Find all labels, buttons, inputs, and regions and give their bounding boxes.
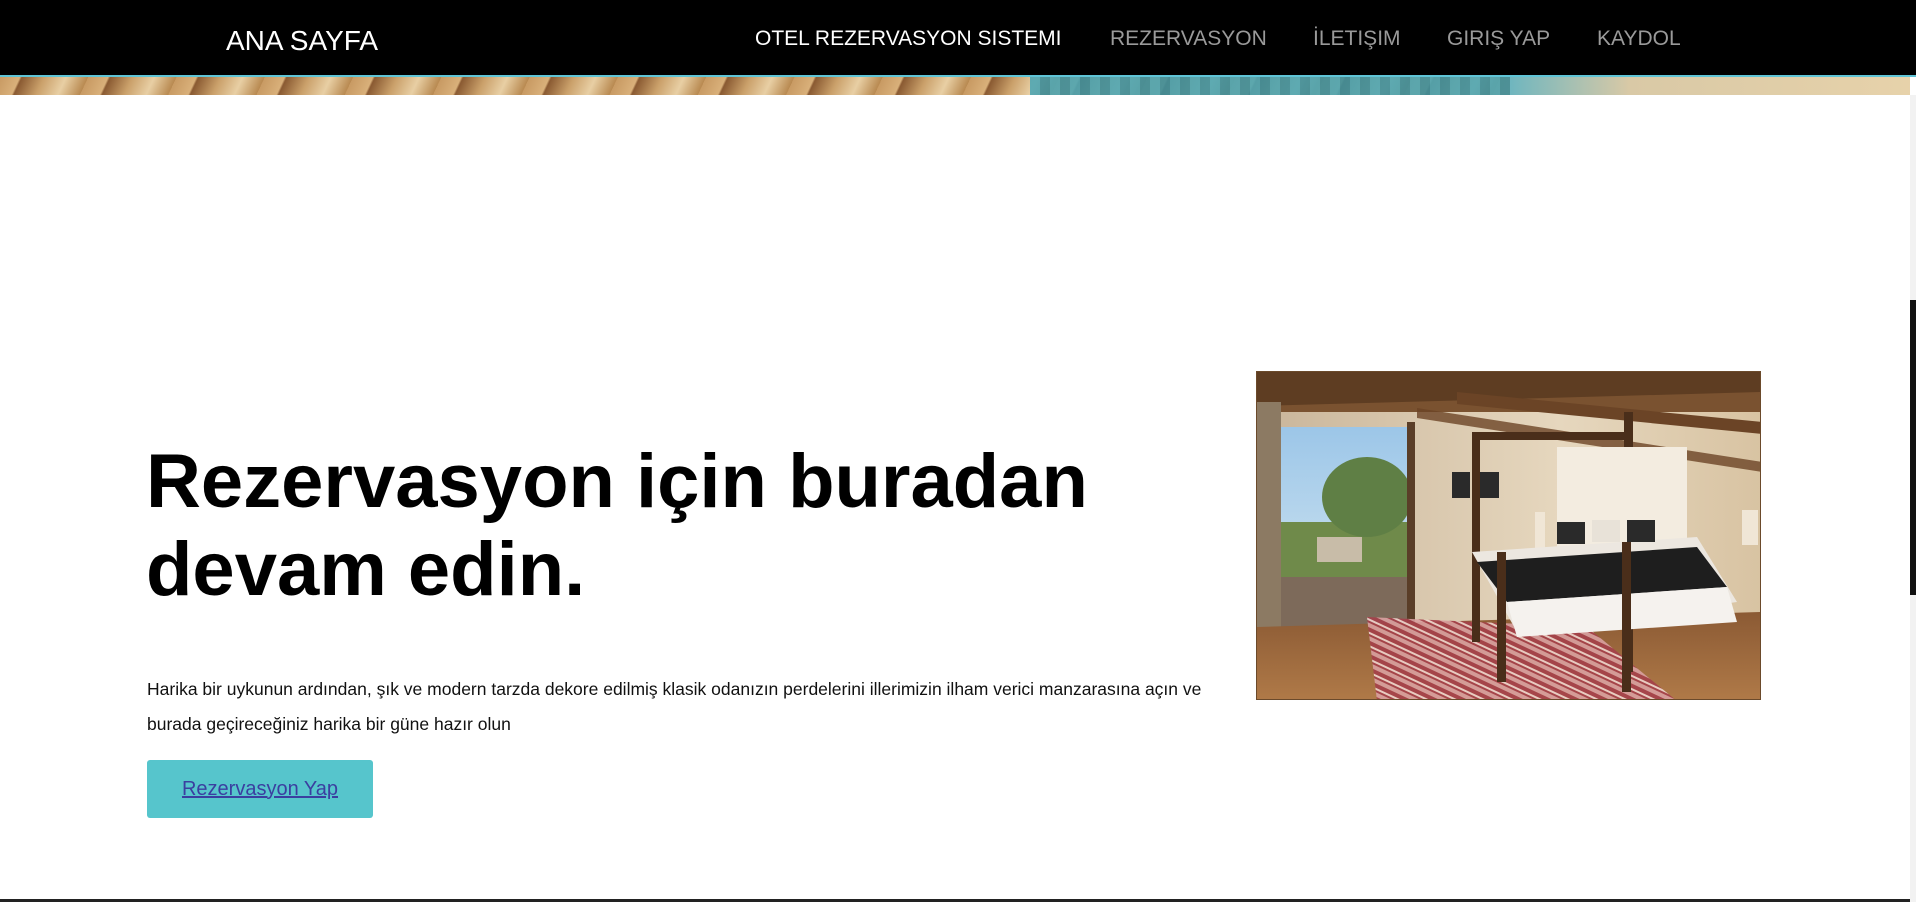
hero-strip-pool-pattern: [1030, 77, 1510, 95]
hero-strip-edge: [1510, 77, 1910, 95]
hero-description: Harika bir uykunun ardından, şık ve mode…: [147, 679, 1202, 734]
nav-link-otel-rezervasyon-sistemi[interactable]: OTEL REZERVASYON SISTEMI: [755, 27, 1062, 51]
hero-background-strip: [0, 77, 1910, 95]
reservation-button-link[interactable]: Rezervasyon Yap: [182, 778, 338, 801]
nav-link-kaydol[interactable]: KAYDOL: [1597, 27, 1681, 51]
hotel-room-image: [1256, 371, 1761, 700]
scrollbar-thumb[interactable]: [1910, 300, 1916, 595]
nav-link-rezervasyon[interactable]: REZERVASYON: [1110, 27, 1267, 51]
top-navbar: ANA SAYFA OTEL REZERVASYON SISTEMI REZER…: [0, 0, 1916, 77]
nav-link-iletisim[interactable]: İLETIŞIM: [1313, 27, 1401, 51]
nav-menu: OTEL REZERVASYON SISTEMI REZERVASYON İLE…: [0, 0, 1916, 77]
reservation-button[interactable]: Rezervasyon Yap: [147, 760, 373, 818]
page-scrollbar[interactable]: [1910, 95, 1916, 902]
nav-link-giris-yap[interactable]: GIRIŞ YAP: [1447, 27, 1550, 51]
page-headline: Rezervasyon için buradan devam edin.: [146, 439, 1088, 612]
